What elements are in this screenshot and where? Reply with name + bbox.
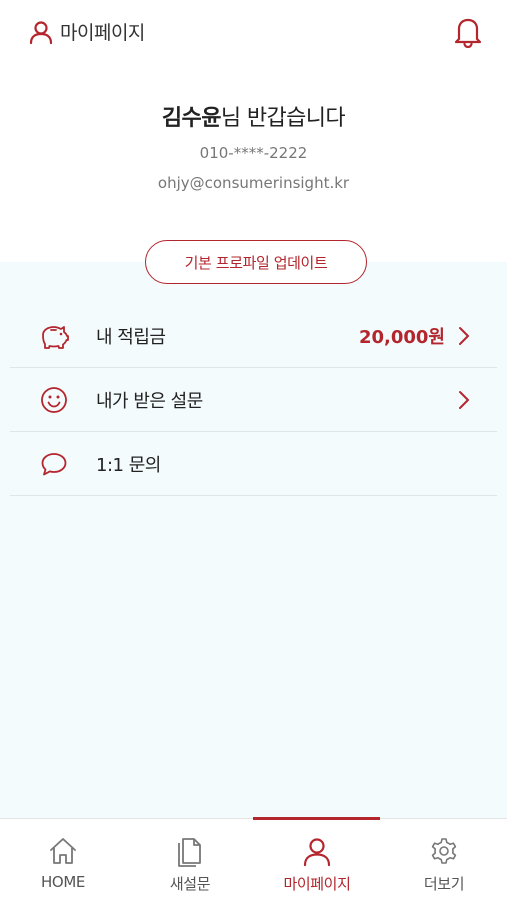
profile-section: 김수윤님 반갑습니다 010-****-2222 ohjy@consumerin… [0,64,507,262]
nav-label: HOME [41,873,85,891]
user-email: ohjy@consumerinsight.kr [157,174,350,192]
top-bar: 마이페이지 [0,0,507,64]
nav-more[interactable]: 더보기 [381,819,507,900]
update-profile-button[interactable]: 기본 프로파일 업데이트 [145,240,367,284]
nav-label: 더보기 [423,875,465,893]
menu-item-label: 1:1 문의 [96,454,161,476]
user-icon [29,20,53,44]
nav-mypage[interactable]: 마이페이지 [254,819,380,900]
menu-item-points[interactable]: 내 적립금 20,000원 [10,304,497,368]
nav-new-survey[interactable]: 새설문 [127,819,253,900]
chevron-right-icon [459,390,469,409]
user-name: 김수윤 [161,106,222,131]
nav-label: 새설문 [169,875,211,893]
menu-item-label: 내 적립금 [96,326,166,348]
bottom-nav: HOME 새설문 마이페이지 더보기 [0,817,507,900]
user-icon [303,838,331,867]
chevron-right-icon [459,326,469,345]
nav-home[interactable]: HOME [0,819,126,900]
speech-bubble-icon [41,452,67,475]
page-title-group: 마이페이지 [28,18,145,45]
user-phone: 010-****-2222 [199,144,308,162]
page-title: 마이페이지 [60,22,145,44]
greeting-suffix: 님 반갑습니다 [220,106,346,131]
menu-item-label: 내가 받은 설문 [96,390,203,412]
menu-item-inquiry[interactable]: 1:1 문의 [10,432,497,496]
greeting: 김수윤님 반갑습니다 [0,100,507,132]
bell-icon[interactable] [453,16,483,48]
home-icon [50,838,76,864]
menu-item-received-surveys[interactable]: 내가 받은 설문 [10,368,497,432]
points-value: 20,000원 [358,326,445,348]
gear-icon [431,838,457,864]
document-icon [178,838,201,867]
smiley-icon [41,386,67,413]
piggy-bank-icon [42,325,69,349]
nav-label: 마이페이지 [283,875,351,893]
